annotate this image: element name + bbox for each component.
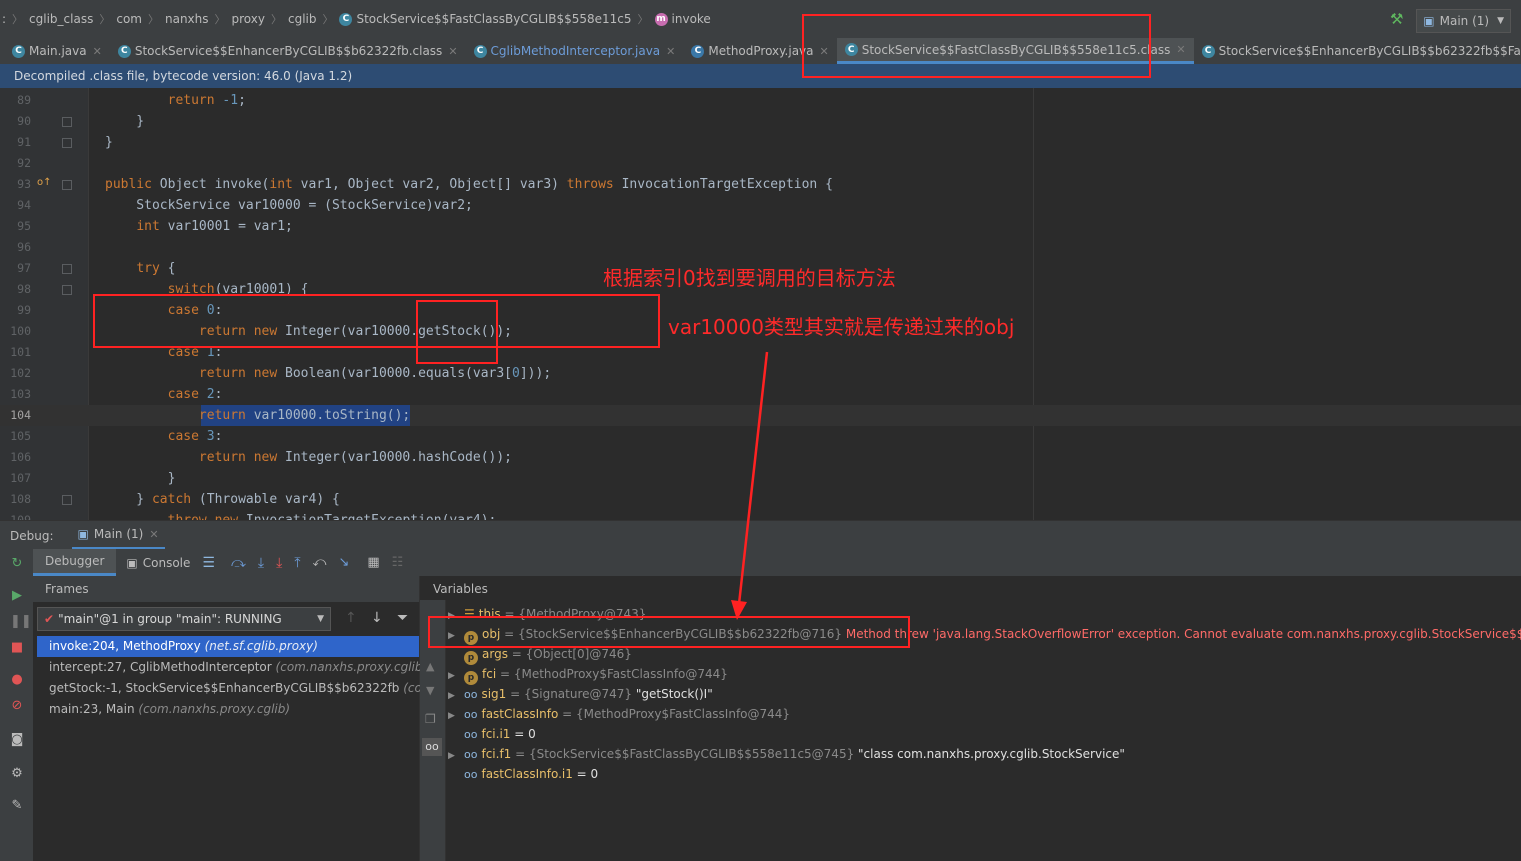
annotation-arrow (731, 351, 769, 620)
